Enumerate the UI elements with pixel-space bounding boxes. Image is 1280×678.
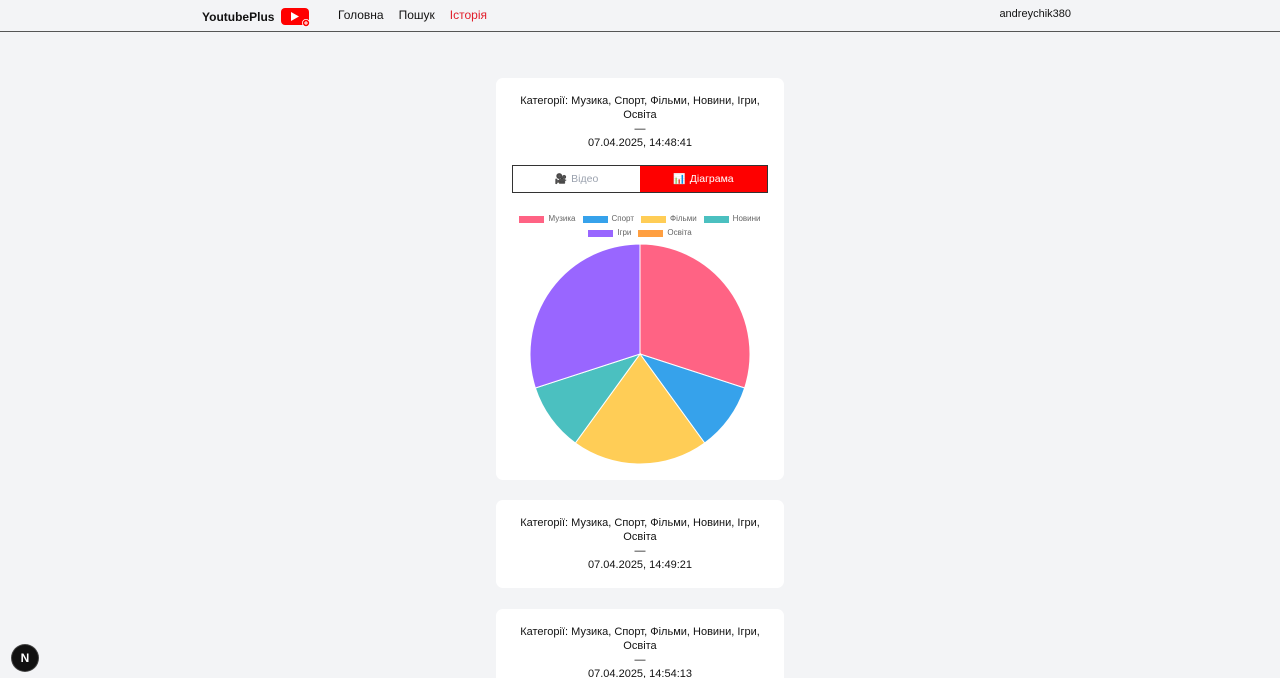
legend-item[interactable]: Ігри <box>588 226 631 240</box>
legend-label: Ігри <box>617 228 632 237</box>
top-navbar: YoutubePlus Головна Пошук Історія andrey… <box>0 0 1280 32</box>
legend-item[interactable]: Фільми <box>641 212 697 226</box>
history-card-header[interactable]: Категорії: Музика, Спорт, Фільми, Новини… <box>520 625 760 678</box>
legend-label: Новини <box>732 214 761 223</box>
legend-item[interactable]: Новини <box>703 212 761 226</box>
legend-swatch <box>588 229 614 237</box>
video-camera-icon: 🎥 <box>554 173 568 185</box>
legend-swatch <box>582 215 608 223</box>
pie-chart <box>529 243 751 465</box>
tab-video[interactable]: 🎥 Відео <box>513 166 640 192</box>
card-categories: Категорії: Музика, Спорт, Фільми, Новини… <box>520 517 760 543</box>
card-categories: Категорії: Музика, Спорт, Фільми, Новини… <box>520 626 760 652</box>
legend-label: Музика <box>548 214 576 223</box>
bar-chart-icon: 📊 <box>673 173 686 185</box>
legend-label: Спорт <box>611 214 635 223</box>
legend-label: Фільми <box>670 214 697 223</box>
nav-search[interactable]: Пошук <box>399 8 435 22</box>
card-categories: Категорії: Музика, Спорт, Фільми, Новини… <box>520 95 760 121</box>
history-card[interactable]: Категорії: Музика, Спорт, Фільми, Новини… <box>496 609 784 678</box>
legend-swatch <box>641 215 666 223</box>
card-datetime: 07.04.2025, 14:49:21 <box>588 559 692 571</box>
legend-swatch <box>638 229 664 237</box>
legend-swatch <box>703 215 729 223</box>
tab-chart[interactable]: 📊 Діаграма <box>640 166 767 192</box>
card-separator: — <box>634 123 646 135</box>
legend-label: Освіта <box>667 228 692 237</box>
tab-video-label: Відео <box>571 173 599 185</box>
nextjs-icon[interactable]: N <box>12 645 38 671</box>
legend-swatch <box>519 215 545 223</box>
nav-home[interactable]: Головна <box>338 8 384 22</box>
history-card-header[interactable]: Категорії: Музика, Спорт, Фільми, Новини… <box>520 516 760 572</box>
card-separator: — <box>634 545 646 557</box>
legend-item[interactable]: Спорт <box>582 212 635 226</box>
brand-name: YoutubePlus <box>202 10 275 24</box>
history-card-header[interactable]: Категорії: Музика, Спорт, Фільми, Новини… <box>520 94 760 150</box>
brand[interactable]: YoutubePlus <box>202 7 311 27</box>
tab-chart-label: Діаграма <box>689 173 734 185</box>
legend-item[interactable]: Освіта <box>638 226 692 240</box>
legend-item[interactable]: Музика <box>519 212 576 226</box>
card-datetime: 07.04.2025, 14:54:13 <box>588 668 692 678</box>
youtube-plus-icon <box>281 7 311 27</box>
history-card: Категорії: Музика, Спорт, Фільми, Новини… <box>496 78 784 480</box>
view-tabs: 🎥 Відео 📊 Діаграма <box>512 165 768 193</box>
nav-history[interactable]: Історія <box>450 8 487 22</box>
chart-legend: Музика Спорт Фільми Новини Ігри Освіта <box>512 212 768 240</box>
card-datetime: 07.04.2025, 14:48:41 <box>588 137 692 149</box>
username[interactable]: andreychik380 <box>999 8 1071 20</box>
pie-chart-svg <box>529 243 751 465</box>
history-card[interactable]: Категорії: Музика, Спорт, Фільми, Новини… <box>496 500 784 588</box>
main-nav: Головна Пошук Історія <box>338 8 487 22</box>
card-separator: — <box>634 654 646 666</box>
